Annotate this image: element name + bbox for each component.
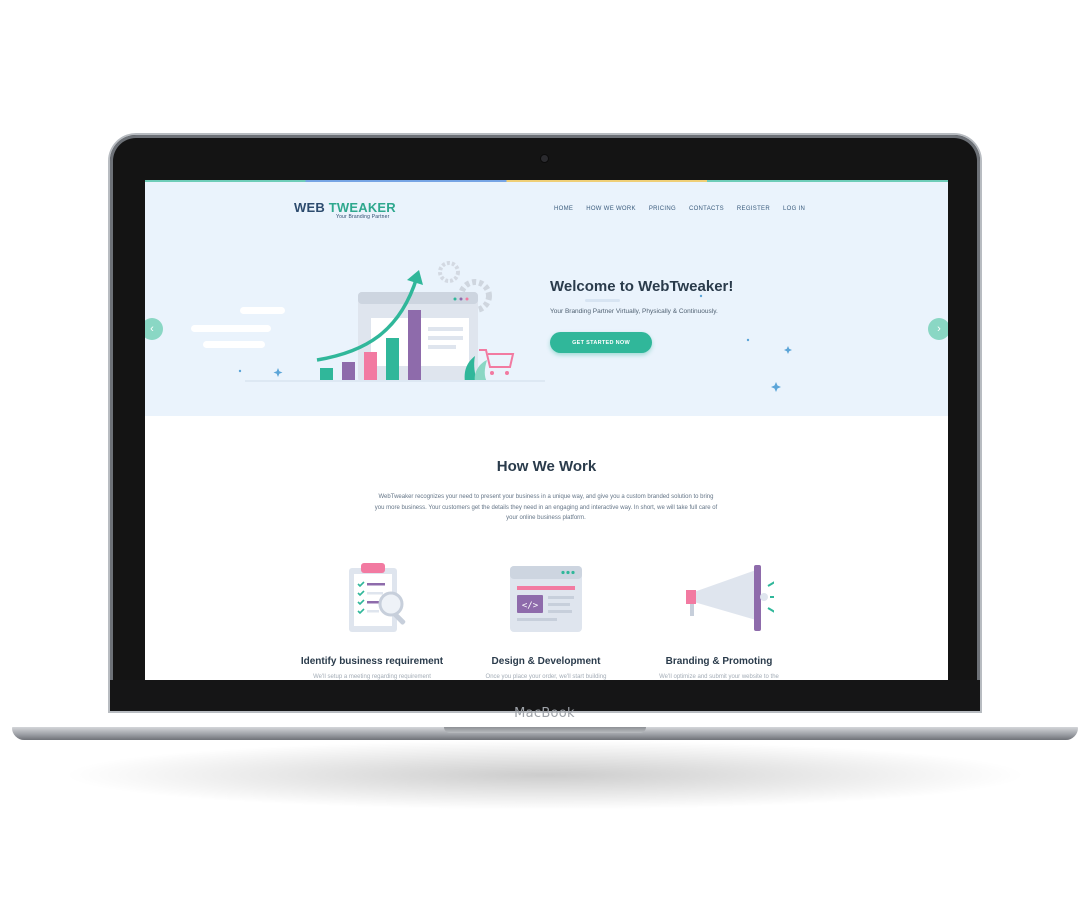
svg-text:</>: </> (522, 601, 539, 611)
hero-title: Welcome to WebTweaker! (550, 278, 734, 295)
feature-title-branding: Branding & Promoting (665, 656, 773, 667)
get-started-button[interactable]: GET STARTED NOW (550, 332, 652, 353)
chevron-left-icon: ‹ (150, 323, 154, 335)
website-screen: WEB TWEAKER Your Branding Partner HOME H… (145, 180, 948, 680)
logo-word-tweaker: TWEAKER (328, 200, 396, 215)
how-we-work-text: WebTweaker recognizes your need to prese… (374, 494, 718, 521)
laptop-brand-label: MacBook (514, 706, 575, 721)
feature-desc-identify: We'll setup a meeting regarding requirem… (313, 674, 431, 680)
hero-illustration (191, 261, 792, 392)
feature-card-branding (629, 560, 809, 640)
main-nav: HOME HOW WE WORK PRICING CONTACTS REGIST… (554, 206, 818, 212)
feature-title-design: Design & Development (491, 656, 601, 667)
how-we-work-title: How We Work (496, 458, 597, 475)
chevron-right-icon: › (937, 323, 941, 335)
logo-word-web: WEB (294, 200, 325, 215)
nav-item-pricing[interactable]: PRICING (649, 206, 676, 212)
feature-desc-branding: We'll optimize and submit your website t… (659, 674, 779, 680)
nav-item-how-we-work[interactable]: HOW WE WORK (586, 206, 636, 212)
hero-section: WEB TWEAKER Your Branding Partner HOME H… (145, 182, 948, 416)
feature-desc-design: Once you place your order, we'll start b… (485, 674, 607, 680)
logo-wordmark: WEB TWEAKER (294, 200, 396, 215)
nav-item-contacts[interactable]: CONTACTS (689, 206, 724, 212)
feature-card-identify (282, 560, 462, 640)
webcam (541, 155, 548, 162)
site-logo[interactable]: WEB TWEAKER Your Branding Partner (294, 200, 396, 220)
hero-subtitle: Your Branding Partner Virtually, Physica… (550, 308, 718, 315)
clipboard-checklist-icon (349, 563, 406, 632)
logo-tagline: Your Branding Partner (336, 214, 390, 220)
carousel-next-button[interactable]: › (928, 318, 948, 340)
feature-card-design: </> (456, 560, 636, 640)
laptop-notch (444, 727, 646, 733)
laptop-shadow (60, 740, 1030, 810)
nav-item-login[interactable]: LOG IN (783, 206, 805, 212)
nav-item-register[interactable]: REGISTER (737, 206, 770, 212)
feature-title-identify: Identify business requirement (300, 656, 444, 667)
nav-item-home[interactable]: HOME (554, 206, 573, 212)
code-window-icon: </> (510, 566, 582, 632)
megaphone-icon (686, 565, 774, 631)
